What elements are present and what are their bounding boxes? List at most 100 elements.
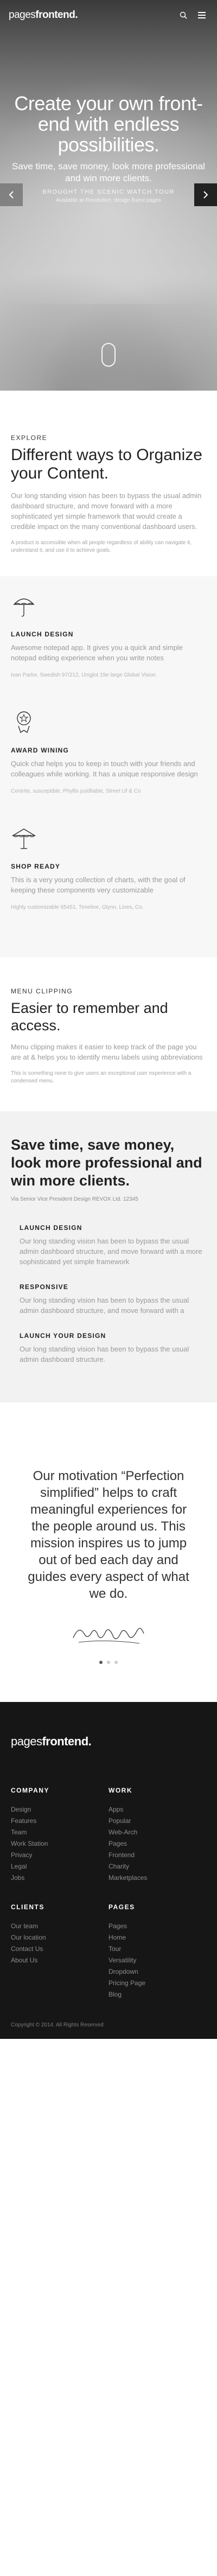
footer-heading: Clients <box>11 1903 44 1911</box>
feature-item: Shop Ready This is a very young collecti… <box>11 825 206 911</box>
list-item: Launch Design Our long standing vision h… <box>20 1224 206 1267</box>
hamburger-icon[interactable] <box>195 9 208 22</box>
footer-heading: Company <box>11 1787 49 1794</box>
hero-subtitle: Save time, save money, look more profess… <box>12 161 205 183</box>
footer-link[interactable]: Blog <box>108 1989 206 2000</box>
pagination-dot[interactable] <box>107 1661 110 1664</box>
footer-link[interactable]: Pages <box>108 1921 206 1932</box>
market-umbrella-icon <box>11 828 36 849</box>
footer-link[interactable]: Tour <box>108 1943 206 1955</box>
signature-icon <box>73 1628 144 1644</box>
footer-column-company: Company Design Features Team Work Statio… <box>11 1787 108 1884</box>
menu-clipping-section: Menu clipping Easier to remember and acc… <box>0 957 217 1111</box>
hero-title: Create your own front-end with endless p… <box>14 92 203 156</box>
list-item-title: Responsive <box>20 1283 69 1291</box>
footer-link[interactable]: Features <box>11 1815 108 1827</box>
footer-link[interactable]: Pages <box>108 1838 206 1850</box>
logo-light-text: pages <box>9 9 36 21</box>
mouse-scroll-icon[interactable] <box>101 343 116 367</box>
explore-title: Different ways to Organize your Content. <box>11 446 202 482</box>
footer-link[interactable]: Web-Arch <box>108 1827 206 1838</box>
feature-item: Launch Design Awesome notepad app. It gi… <box>11 592 206 679</box>
footer-link[interactable]: Work Station <box>11 1838 108 1850</box>
quote-text: Our motivation “Perfection simplified” h… <box>28 1469 189 1601</box>
savetime-byline: Via Senior Vice President Design REVOX L… <box>11 1196 138 1202</box>
footer-columns-bottom: Clients Our team Our location Contact Us… <box>11 1903 206 2000</box>
explore-body: Our long standing vision has been to byp… <box>11 492 202 531</box>
chevron-right-icon <box>203 191 208 199</box>
explore-eyebrow: Explore <box>11 434 48 442</box>
laptop-icon <box>17 711 31 734</box>
feature-title: Shop Ready <box>11 863 61 870</box>
save-time-section: Save time, save money, look more profess… <box>0 1111 217 1402</box>
footer-link[interactable]: Our location <box>11 1932 108 1943</box>
hero-background-trees <box>0 250 217 391</box>
footer-logo-bold: frontend. <box>42 1735 92 1748</box>
site-footer: pagesfrontend. Company Design Features T… <box>0 1702 217 2039</box>
footer-column-work: Work Apps Popular Web-Arch Pages Fronten… <box>108 1787 206 1884</box>
footer-column-pages: Pages Pages Home Tour Versatility Dropdo… <box>108 1903 206 2000</box>
footer-link[interactable]: Design <box>11 1804 108 1815</box>
footer-link[interactable]: About Us <box>11 1955 108 1966</box>
footer-logo-light: pages <box>11 1735 42 1748</box>
pagination-dot[interactable] <box>114 1661 118 1664</box>
quote-section: Our motivation “Perfection simplified” h… <box>0 1402 217 1702</box>
explore-section: Explore Different ways to Organize your … <box>0 391 217 576</box>
list-item: Responsive Our long standing vision has … <box>20 1283 206 1316</box>
list-item-title: Launch your design <box>20 1332 106 1340</box>
list-item-description: Our long standing vision has been to byp… <box>20 1345 189 1363</box>
hero-availability-note: Available at Revolution, design fluent p… <box>56 197 161 203</box>
menuclip-eyebrow: Menu clipping <box>11 987 73 995</box>
footer-link[interactable]: Dropdown <box>108 1966 206 1978</box>
feature-item: Award Wining Quick chat helps you to kee… <box>11 709 206 795</box>
carousel-pagination <box>22 1661 195 1664</box>
site-logo[interactable]: pagesfrontend. <box>9 9 78 21</box>
hero-tour-link[interactable]: Brought the scenic watch tour <box>11 189 206 195</box>
footer-link[interactable]: Our team <box>11 1921 108 1932</box>
feature-description: Quick chat helps you to keep in touch wi… <box>11 760 198 778</box>
carousel-next-button[interactable] <box>194 183 217 206</box>
feature-meta: Contrite, susceptible, Phyllis justifiab… <box>11 788 141 794</box>
feature-description: This is a very young collection of chart… <box>11 876 186 894</box>
footer-link[interactable]: Charity <box>108 1861 206 1872</box>
footer-columns-top: Company Design Features Team Work Statio… <box>11 1787 206 1884</box>
footer-column-clients: Clients Our team Our location Contact Us… <box>11 1903 108 2000</box>
umbrella-icon <box>13 598 35 617</box>
logo-bold-text: frontend. <box>35 9 78 21</box>
feature-description: Awesome notepad app. It gives you a quic… <box>11 643 183 662</box>
top-navigation-bar: pagesfrontend. <box>0 0 217 30</box>
footer-heading: Pages <box>108 1903 135 1911</box>
pagination-dot[interactable] <box>99 1661 103 1664</box>
footer-link[interactable]: Versatility <box>108 1955 206 1966</box>
footer-heading: Work <box>108 1787 132 1794</box>
footer-link[interactable]: Privacy <box>11 1850 108 1861</box>
features-section: Launch Design Awesome notepad app. It gi… <box>0 576 217 957</box>
footer-link[interactable]: Contact Us <box>11 1943 108 1955</box>
feature-meta: Ivan Parlor, Swedish 97/212, Uniglot 19e… <box>11 672 156 678</box>
explore-note: A product is accessible when all people … <box>11 540 192 553</box>
list-item-title: Launch Design <box>20 1224 82 1232</box>
footer-link[interactable]: Home <box>108 1932 206 1943</box>
hero-text-block: Create your own front-end with endless p… <box>11 92 206 204</box>
footer-link[interactable]: Legal <box>11 1861 108 1872</box>
footer-link[interactable]: Team <box>11 1827 108 1838</box>
list-item: Launch your design Our long standing vis… <box>20 1332 206 1364</box>
footer-link[interactable]: Jobs <box>11 1872 108 1884</box>
carousel-prev-button[interactable] <box>0 183 23 206</box>
savetime-title: Save time, save money, look more profess… <box>11 1137 202 1189</box>
footer-link[interactable]: Pricing Page <box>108 1978 206 1989</box>
list-item-description: Our long standing vision has been to byp… <box>20 1237 202 1266</box>
footer-link[interactable]: Popular <box>108 1815 206 1827</box>
footer-link[interactable]: Frontend <box>108 1850 206 1861</box>
footer-logo[interactable]: pagesfrontend. <box>11 1735 206 1749</box>
savetime-list: Launch Design Our long standing vision h… <box>11 1224 206 1364</box>
chevron-left-icon <box>9 191 14 199</box>
hero-section: pagesfrontend. Create your own front-end… <box>0 0 217 391</box>
footer-link[interactable]: Marketplaces <box>108 1872 206 1884</box>
search-icon[interactable] <box>177 9 190 22</box>
copyright-text: Copyright © 2014. All Rights Reserved <box>11 2022 104 2028</box>
menuclip-note: This is something none to give users an … <box>11 1070 192 1084</box>
list-item-description: Our long standing vision has been to byp… <box>20 1296 189 1315</box>
footer-link[interactable]: Apps <box>108 1804 206 1815</box>
feature-title: Launch Design <box>11 630 74 638</box>
